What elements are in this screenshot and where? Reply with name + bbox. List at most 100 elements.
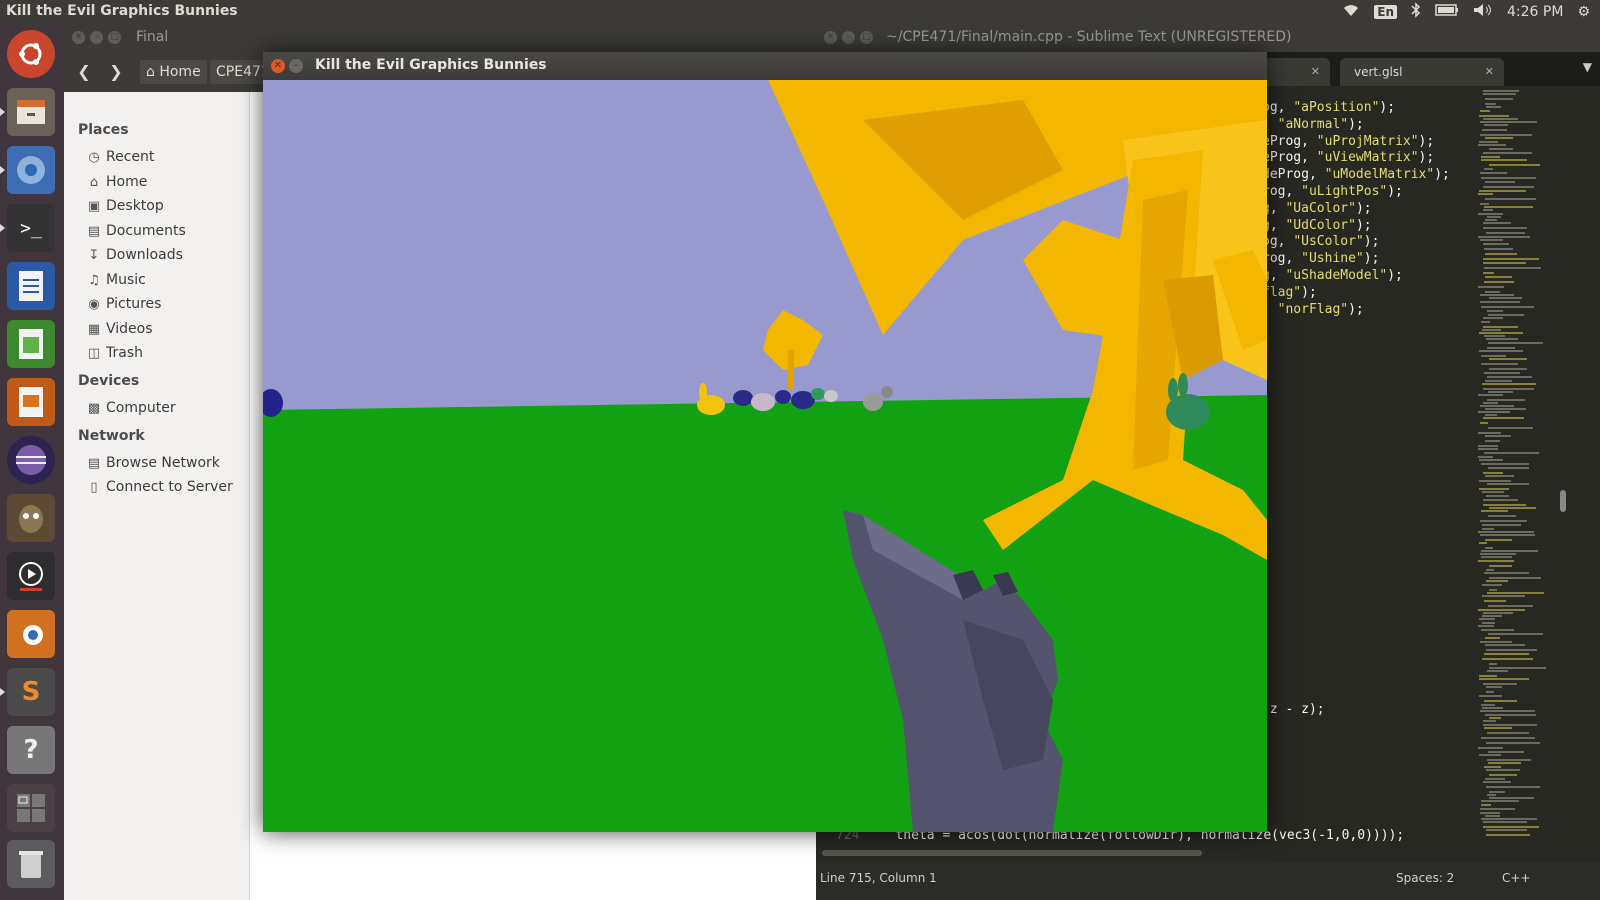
minimap-line — [1489, 774, 1517, 776]
sidebar-item-recent[interactable]: ◷ Recent — [86, 149, 154, 165]
download-icon: ↧ — [88, 247, 100, 263]
minimap-line — [1487, 732, 1529, 734]
ubuntu-dash-icon[interactable] — [7, 30, 55, 78]
gear-icon[interactable]: ⚙ — [1577, 4, 1590, 20]
tab-vert-glsl[interactable]: vert.glsl ✕ — [1340, 58, 1504, 86]
minimap-line — [1480, 134, 1532, 136]
files-minimize-button[interactable]: – — [90, 31, 103, 44]
workspace-switcher-icon[interactable] — [7, 784, 55, 832]
code-editor[interactable]: og, "aPosition");, "aNormal"); eProg, "uP… — [1262, 100, 1450, 318]
indentation-setting[interactable]: Spaces: 2 — [1396, 871, 1454, 885]
scrollbar-thumb[interactable] — [1560, 490, 1566, 512]
tab-dropdown-icon[interactable]: ▼ — [1583, 60, 1592, 74]
minimap-line — [1483, 258, 1539, 260]
minimap-line — [1489, 164, 1540, 166]
files-window-title: Final — [136, 29, 169, 45]
game-close-button[interactable]: ✕ — [271, 59, 285, 73]
minimap-line — [1483, 826, 1539, 828]
sidebar-item-browse-network[interactable]: ▤ Browse Network — [86, 455, 220, 471]
code-line: rog, "Ushine"); — [1262, 251, 1380, 267]
sidebar-item-music[interactable]: ♫ Music — [86, 272, 146, 288]
blender-icon[interactable] — [7, 610, 55, 658]
minimap-line — [1480, 301, 1520, 303]
minimap-line — [1486, 495, 1509, 497]
syntax-setting[interactable]: C++ — [1502, 871, 1531, 885]
sublime-close-button[interactable]: ✕ — [824, 31, 837, 44]
breadcrumb-home[interactable]: ⌂ Home — [140, 60, 207, 84]
minimap-line — [1482, 524, 1521, 526]
files-icon[interactable] — [0, 88, 55, 136]
clock[interactable]: 4:26 PM — [1507, 4, 1563, 20]
code-line: eProg, "uProjMatrix"); — [1262, 133, 1435, 149]
sidebar-item-connect-to-server[interactable]: ▯ Connect to Server — [86, 479, 232, 495]
media-player-icon[interactable] — [7, 552, 55, 600]
minimap-line — [1487, 670, 1508, 672]
keyboard-layout-indicator[interactable]: En — [1374, 5, 1398, 19]
minimap[interactable] — [1478, 86, 1558, 846]
code-line: og, "aPosition"); — [1262, 100, 1396, 115]
sidebar-item-videos[interactable]: ▦ Videos — [86, 321, 153, 337]
minimap-line — [1489, 717, 1501, 719]
forward-button[interactable]: ❯ — [102, 60, 130, 84]
minimap-line — [1485, 547, 1493, 549]
top-panel: Kill the Evil Graphics Bunnies En 4:26 P… — [0, 0, 1600, 24]
minimap-line — [1480, 405, 1514, 407]
game-minimize-button[interactable]: – — [289, 59, 303, 73]
devices-header: Devices — [78, 373, 140, 389]
minimap-line — [1483, 472, 1503, 474]
minimap-line — [1479, 542, 1487, 544]
sidebar-item-documents[interactable]: ▤ Documents — [86, 223, 186, 239]
minimap-line — [1479, 675, 1497, 677]
files-maximize-button[interactable]: □ — [108, 31, 121, 44]
minimap-line — [1485, 276, 1512, 278]
minimap-line — [1484, 335, 1505, 337]
close-tab-icon[interactable]: ✕ — [1311, 58, 1320, 86]
terminal-icon[interactable]: >_ — [0, 204, 55, 252]
sublime-icon[interactable]: S — [0, 668, 55, 716]
minimap-line — [1483, 186, 1534, 188]
chromium-icon[interactable] — [0, 146, 55, 194]
sidebar-item-home[interactable]: ⌂ Home — [86, 174, 147, 190]
calc-icon[interactable] — [7, 320, 55, 368]
trash-icon[interactable] — [7, 840, 55, 888]
sublime-status-bar: Line 715, Column 1 Spaces: 2 C++ — [816, 862, 1600, 900]
sublime-maximize-button[interactable]: □ — [860, 31, 873, 44]
minimap-line — [1481, 629, 1514, 631]
sidebar-item-trash[interactable]: ◫ Trash — [86, 345, 143, 361]
wifi-icon[interactable] — [1342, 3, 1360, 21]
volume-icon[interactable] — [1473, 3, 1493, 21]
sidebar-item-pictures[interactable]: ◉ Pictures — [86, 296, 161, 312]
code-line: deProg, "uModelMatrix"); — [1262, 167, 1450, 183]
files-close-button[interactable]: ✕ — [72, 31, 85, 44]
minimap-line — [1480, 641, 1512, 643]
sidebar-item-computer[interactable]: ▩ Computer — [86, 400, 176, 416]
gimp-icon[interactable] — [7, 494, 55, 542]
impress-icon[interactable] — [7, 378, 55, 426]
minimap-line — [1484, 700, 1517, 702]
writer-icon[interactable] — [7, 262, 55, 310]
minimap-line — [1484, 206, 1533, 208]
bluetooth-icon[interactable] — [1411, 2, 1421, 22]
minimap-line — [1478, 213, 1503, 215]
minimap-line — [1485, 103, 1496, 105]
minimap-line — [1485, 380, 1512, 382]
sidebar-item-desktop[interactable]: ▣ Desktop — [86, 198, 164, 214]
minimap-line — [1483, 227, 1527, 229]
close-tab-icon[interactable]: ✕ — [1485, 58, 1494, 86]
eclipse-icon[interactable] — [7, 436, 55, 484]
sidebar-item-downloads[interactable]: ↧ Downloads — [86, 247, 183, 263]
minimap-line — [1481, 363, 1518, 365]
minimap-line — [1482, 329, 1501, 331]
minimap-line — [1483, 417, 1524, 419]
sublime-minimize-button[interactable]: – — [842, 31, 855, 44]
minimap-line — [1486, 649, 1537, 651]
minimap-line — [1478, 531, 1534, 533]
help-icon[interactable]: ? — [7, 726, 55, 774]
battery-icon[interactable] — [1435, 3, 1459, 21]
minimap-line — [1483, 724, 1537, 726]
back-button[interactable]: ❮ — [70, 60, 98, 84]
minimap-line — [1480, 808, 1515, 810]
vertical-scrollbar[interactable] — [1558, 86, 1570, 846]
horizontal-scrollbar[interactable] — [822, 850, 1202, 856]
game-viewport[interactable] — [263, 80, 1267, 832]
